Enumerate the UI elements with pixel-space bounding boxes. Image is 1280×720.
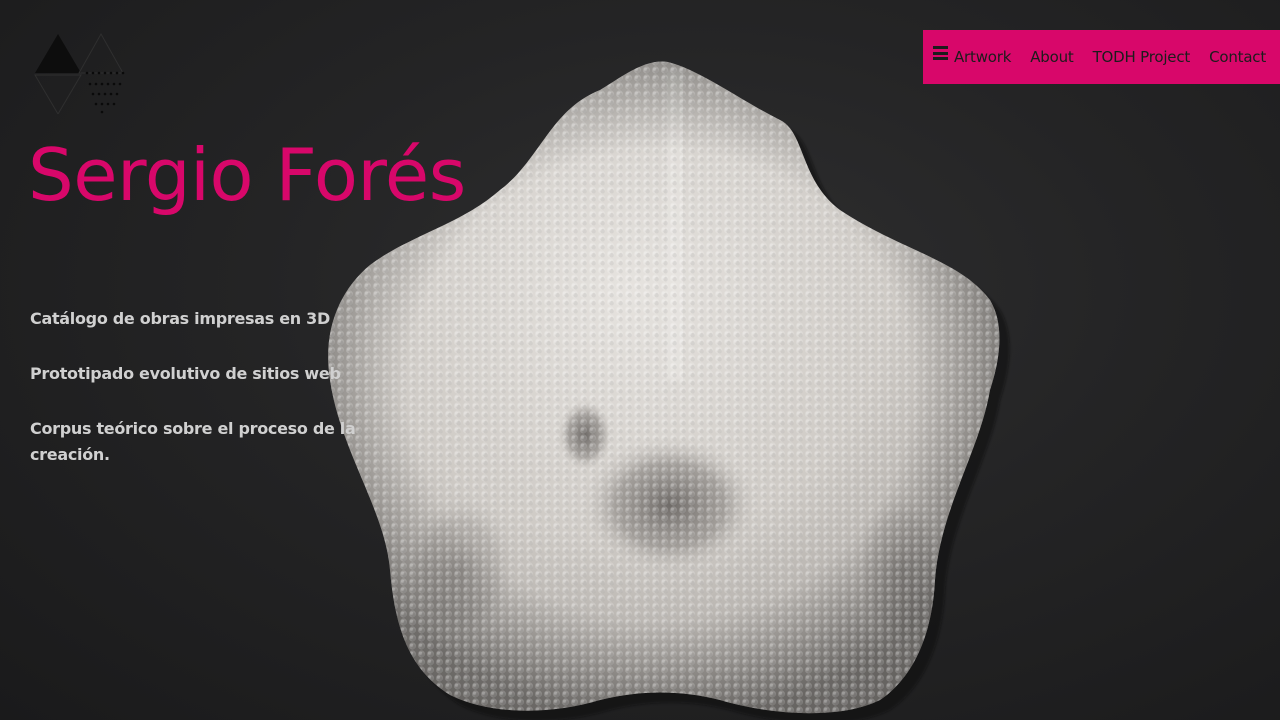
- nav-item-about-label[interactable]: About: [1030, 49, 1074, 65]
- main-nav: Artwork About TODH Project Contact: [923, 30, 1280, 84]
- nav-item-about[interactable]: About: [1030, 49, 1074, 65]
- project-link-list: Catálogo de obras impresas en 3D Prototi…: [30, 306, 380, 497]
- nav-item-artwork[interactable]: Artwork: [933, 46, 1011, 65]
- link-3d-catalog[interactable]: Catálogo de obras impresas en 3D: [30, 306, 380, 332]
- link-web-prototyping[interactable]: Prototipado evolutivo de sitios web: [30, 361, 380, 387]
- nav-item-todh-project[interactable]: TODH Project: [1093, 49, 1191, 65]
- list-item: Prototipado evolutivo de sitios web: [30, 361, 380, 387]
- hamburger-menu-icon[interactable]: [933, 46, 949, 60]
- link-theoretical-corpus[interactable]: Corpus teórico sobre el proceso de la cr…: [30, 416, 380, 468]
- nav-item-artwork-label[interactable]: Artwork: [954, 49, 1011, 65]
- nav-item-todh-project-label[interactable]: TODH Project: [1093, 49, 1191, 65]
- list-item: Corpus teórico sobre el proceso de la cr…: [30, 416, 380, 468]
- nav-item-contact-label[interactable]: Contact: [1209, 49, 1266, 65]
- nav-item-contact[interactable]: Contact: [1209, 49, 1266, 65]
- page-title: Sergio Forés: [28, 133, 466, 217]
- triangles-logo-icon[interactable]: [30, 30, 130, 114]
- list-item: Catálogo de obras impresas en 3D: [30, 306, 380, 332]
